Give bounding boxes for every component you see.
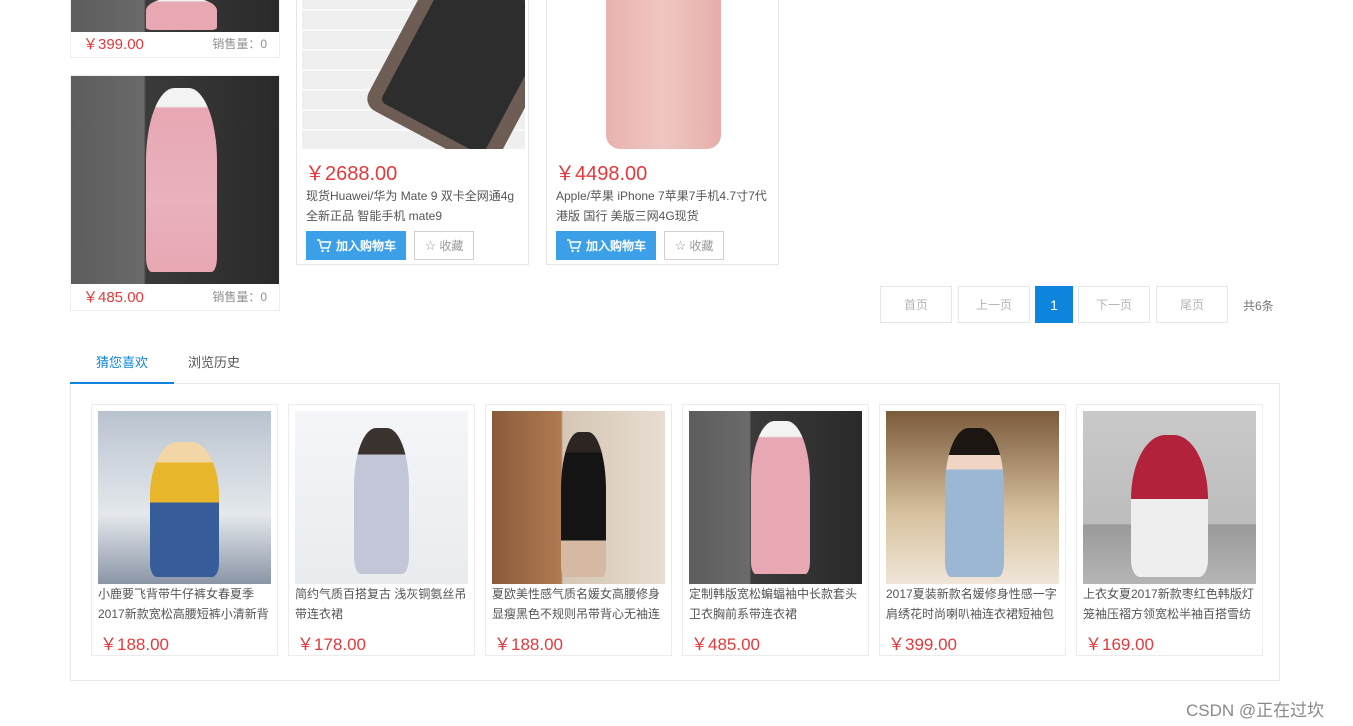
total-count: 共6条 [1243,299,1274,313]
left-product-card[interactable]: ￥399.00 销售量：0 [70,0,280,58]
sales-count: 销售量：0 [212,36,267,51]
product-image[interactable] [302,0,525,149]
recommend-card[interactable]: 简约气质百搭复古 浅灰铜氨丝吊带连衣裙 ￥178.00 [288,404,475,656]
star-icon: ☆ [424,237,437,253]
product-image[interactable] [71,0,279,32]
left-product-card[interactable]: ￥485.00 销售量：0 [70,75,280,311]
favorite-label: 收藏 [689,239,714,253]
product-title[interactable]: Apple/苹果 iPhone 7苹果7手机4.7寸7代港版 国行 美版三网4G… [556,186,771,226]
next-page-button[interactable]: 下一页 [1078,286,1150,323]
favorite-button[interactable]: ☆ 收藏 [664,231,724,260]
product-image[interactable] [492,411,665,584]
star-icon: ☆ [674,237,687,253]
recommend-card[interactable]: 小鹿要飞背带牛仔裤女春夏季2017新款宽松高腰短裤小清新背 ￥188.00 [91,404,278,656]
product-title[interactable]: 夏欧美性感气质名媛女高腰修身显瘦黑色不规则吊带背心无袖连 [492,584,667,624]
cart-icon [316,238,332,252]
tab-browse-history[interactable]: 浏览历史 [174,346,254,384]
add-to-cart-button[interactable]: 加入购物车 [556,231,656,260]
prev-page-button[interactable]: 上一页 [958,286,1030,323]
product-price: ￥399.00 [83,35,144,53]
cart-icon [566,238,582,252]
product-title[interactable]: 上衣女夏2017新款枣红色韩版灯笼袖压褶方领宽松半袖百搭雪纺 [1083,584,1258,624]
product-image[interactable] [689,411,862,584]
recommend-card[interactable]: 上衣女夏2017新款枣红色韩版灯笼袖压褶方领宽松半袖百搭雪纺 ￥169.00 [1076,404,1263,656]
favorite-label: 收藏 [439,239,464,253]
product-title[interactable]: 简约气质百搭复古 浅灰铜氨丝吊带连衣裙 [295,584,470,624]
product-title[interactable]: 小鹿要飞背带牛仔裤女春夏季2017新款宽松高腰短裤小清新背 [98,584,273,624]
product-price: ￥188.00 [494,635,563,654]
product-price: ￥188.00 [100,635,169,654]
product-price: ￥399.00 [888,635,957,654]
recommend-tabs: 猜您喜欢 浏览历史 [70,346,1280,384]
add-to-cart-label: 加入购物车 [585,239,646,253]
recommend-card[interactable]: 夏欧美性感气质名媛女高腰修身显瘦黑色不规则吊带背心无袖连 ￥188.00 [485,404,672,656]
product-title[interactable]: 定制韩版宽松蝙蝠袖中长款套头卫衣胸前系带连衣裙 [689,584,864,624]
product-card: ￥2688.00 现货Huawei/华为 Mate 9 双卡全网通4g 全新正品… [296,0,529,265]
sales-count: 销售量：0 [212,289,267,304]
favorite-button[interactable]: ☆ 收藏 [414,231,474,260]
product-image[interactable] [98,411,271,584]
last-page-button[interactable]: 尾页 [1156,286,1228,323]
product-image[interactable] [886,411,1059,584]
add-to-cart-label: 加入购物车 [335,239,396,253]
product-title[interactable]: 现货Huawei/华为 Mate 9 双卡全网通4g 全新正品 智能手机 mat… [306,186,521,226]
product-title[interactable]: 2017夏装新款名媛修身性感一字肩绣花时尚喇叭袖连衣裙短袖包 [886,584,1061,624]
watermark: CSDN @正在过坎 [1186,701,1325,720]
product-image[interactable] [71,76,279,284]
product-price: ￥178.00 [297,635,366,654]
product-price: ￥169.00 [1085,635,1154,654]
product-image[interactable] [1083,411,1256,584]
product-image[interactable] [295,411,468,584]
tab-guess-you-like[interactable]: 猜您喜欢 [70,346,174,384]
product-price: ￥485.00 [83,288,144,306]
product-card: ￥4498.00 Apple/苹果 iPhone 7苹果7手机4.7寸7代港版 … [546,0,779,265]
product-price: ￥4498.00 [555,163,648,185]
recommend-card[interactable]: 定制韩版宽松蝙蝠袖中长款套头卫衣胸前系带连衣裙 ￥485.00 [682,404,869,656]
current-page-button[interactable]: 1 [1035,286,1073,323]
product-price: ￥2688.00 [305,163,398,185]
product-image[interactable] [552,0,775,149]
recommend-card[interactable]: 2017夏装新款名媛修身性感一字肩绣花时尚喇叭袖连衣裙短袖包 ￥399.00 [879,404,1066,656]
add-to-cart-button[interactable]: 加入购物车 [306,231,406,260]
product-price: ￥485.00 [691,635,760,654]
first-page-button[interactable]: 首页 [880,286,952,323]
